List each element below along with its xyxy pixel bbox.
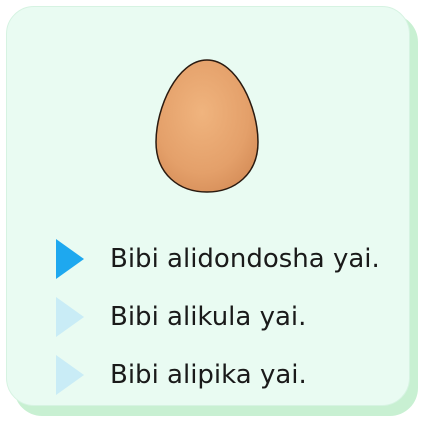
play-arrow-icon: [56, 239, 84, 279]
play-arrow-icon: [56, 355, 84, 395]
answer-option-label: Bibi alikula yai.: [110, 302, 307, 332]
answer-options: Bibi alidondosha yai. Bibi alikula yai. …: [50, 232, 400, 406]
answer-option-2[interactable]: Bibi alikula yai.: [50, 290, 400, 344]
answer-option-label: Bibi alidondosha yai.: [110, 244, 380, 274]
answer-option-3[interactable]: Bibi alipika yai.: [50, 348, 400, 402]
answer-option-label: Bibi alipika yai.: [110, 360, 307, 390]
play-arrow-icon: [56, 297, 84, 337]
egg-icon: [155, 59, 259, 193]
answer-option-1[interactable]: Bibi alidondosha yai.: [50, 232, 400, 286]
